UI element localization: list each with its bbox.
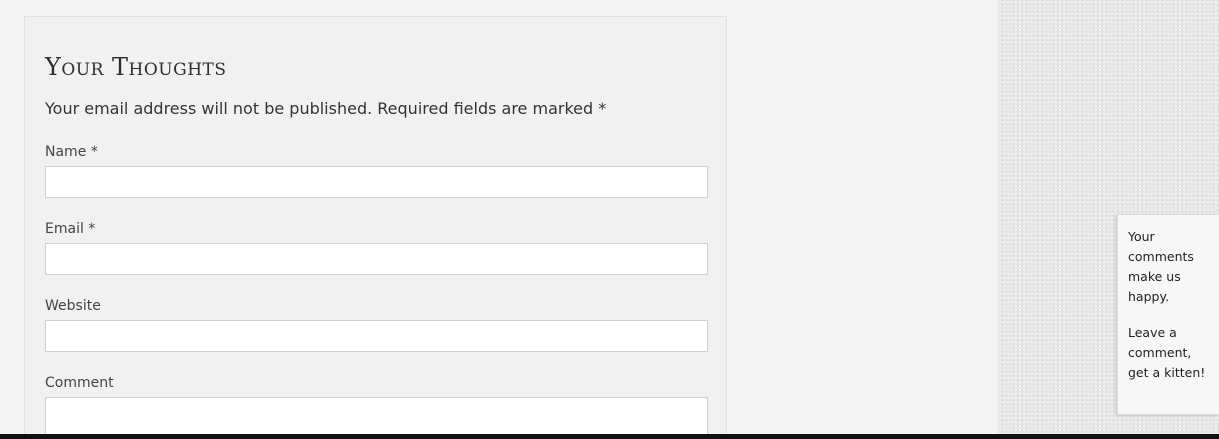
name-field[interactable] bbox=[45, 166, 708, 198]
website-label: Website bbox=[45, 298, 101, 314]
name-label: Name * bbox=[45, 144, 98, 160]
comment-notes: Your email address will not be published… bbox=[45, 99, 607, 118]
email-label: Email * bbox=[45, 221, 96, 237]
email-field[interactable] bbox=[45, 243, 708, 275]
comment-form-title: Your Thoughts bbox=[45, 53, 227, 81]
website-field[interactable] bbox=[45, 320, 708, 352]
page: Your Thoughts Your email address will no… bbox=[0, 0, 1219, 439]
promo-text-kitten: Leave a comment, get a kitten! bbox=[1128, 325, 1206, 380]
bottom-bar bbox=[0, 434, 1219, 439]
comment-promo-tab: Your comments make us happy. Leave a com… bbox=[1117, 214, 1219, 415]
comment-textarea[interactable] bbox=[45, 397, 708, 439]
comment-label: Comment bbox=[45, 375, 114, 391]
comment-form: Your Thoughts Your email address will no… bbox=[24, 16, 727, 439]
promo-text-happy: Your comments make us happy. bbox=[1128, 229, 1194, 304]
